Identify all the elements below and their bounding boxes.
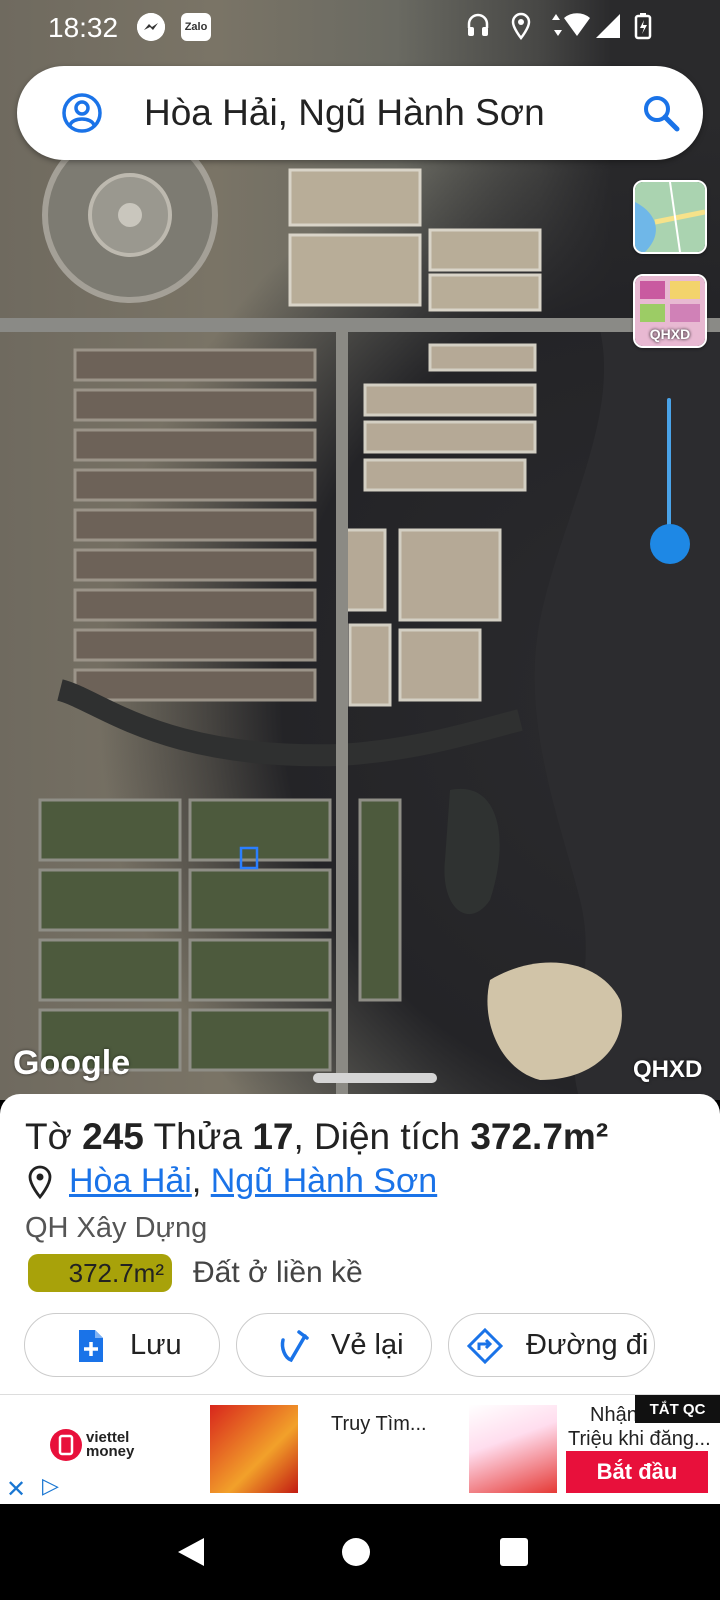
account-icon[interactable] [61, 92, 103, 134]
search-icon[interactable] [641, 93, 681, 133]
directions-button-label: Đường đi [526, 1329, 649, 1361]
close-ad-icon[interactable]: ✕ [6, 1475, 26, 1504]
search-bar[interactable]: Hòa Hải, Ngũ Hành Sơn [17, 66, 703, 160]
zone-area-badge: 372.7m² [28, 1254, 172, 1292]
plan-type-label: QH Xây Dựng [25, 1212, 208, 1244]
ad-cta-button[interactable]: Bắt đầu [566, 1451, 708, 1493]
hide-ad-button[interactable]: TẮT QC [635, 1395, 720, 1423]
layer-map-thumbnail[interactable] [633, 180, 707, 254]
map-layer-icon [635, 182, 705, 252]
location-icon [510, 12, 532, 47]
status-time: 18:32 [48, 12, 119, 43]
directions-button[interactable]: Đường đi [448, 1313, 655, 1377]
qhxd-watermark: QHXD [633, 1056, 703, 1083]
ward-link[interactable]: Hòa Hải [69, 1162, 192, 1200]
signal-icon [594, 12, 622, 47]
parcel-title: Tờ 245 Thửa 17, Diện tích 372.7m² [25, 1116, 608, 1158]
land-use-label: Đất ở liền kề [193, 1256, 363, 1289]
status-bar: 18:32 Zalo [0, 0, 720, 54]
location-pin-icon [28, 1165, 52, 1200]
add-file-icon [79, 1330, 103, 1362]
redraw-button-label: Vẻ lại [331, 1329, 404, 1361]
advertiser-brand-text: viettel money [86, 1429, 135, 1460]
headphones-icon [466, 12, 490, 45]
search-query[interactable]: Hòa Hải, Ngũ Hành Sơn [144, 92, 545, 134]
save-button-label: Lưu [130, 1329, 182, 1361]
home-icon[interactable] [338, 1534, 374, 1570]
location-separator: , [191, 1162, 211, 1200]
layer-qhxd-label: QHXD [649, 326, 691, 342]
area-value: 372.7m² [470, 1116, 609, 1157]
ad-title-2-line-2: Triệu khi đăng... [568, 1428, 711, 1450]
google-logo: Google [13, 1044, 131, 1082]
navigation-bar [0, 1504, 720, 1600]
ad-image-1[interactable] [210, 1405, 298, 1493]
area-label: , Diện tích [293, 1116, 471, 1157]
map-canvas[interactable] [0, 0, 720, 1100]
directions-icon [467, 1328, 503, 1364]
district-link[interactable]: Ngũ Hành Sơn [211, 1162, 437, 1200]
drag-handle[interactable] [313, 1073, 437, 1083]
battery-charging-icon [634, 12, 652, 47]
adchoices-icon[interactable]: ▷ [42, 1473, 59, 1499]
recents-icon[interactable] [496, 1534, 532, 1570]
zalo-icon-label: Zalo [184, 21, 208, 33]
ad-image-2[interactable] [469, 1405, 557, 1493]
lot-label: Thửa [143, 1116, 253, 1157]
lot-number: 17 [252, 1116, 294, 1157]
messenger-icon [137, 13, 165, 41]
sheet-number: 245 [82, 1116, 144, 1157]
satellite-imagery [0, 127, 720, 1100]
redraw-button[interactable]: Vẻ lại [236, 1313, 432, 1377]
wifi-icon [548, 12, 592, 47]
opacity-slider-track[interactable] [667, 398, 671, 542]
opacity-slider-knob[interactable] [650, 524, 690, 564]
back-icon[interactable] [172, 1534, 208, 1570]
ad-banner[interactable]: ✕ ▷ viettel money Truy Tìm... Nhận Triệu… [0, 1394, 720, 1505]
sheet-label: Tờ [25, 1116, 83, 1157]
advertiser-logo[interactable]: viettel money [48, 1427, 158, 1463]
zalo-icon: Zalo [181, 13, 211, 41]
save-button[interactable]: Lưu [24, 1313, 220, 1377]
redraw-icon [280, 1330, 309, 1363]
ad-title-1[interactable]: Truy Tìm... [331, 1413, 427, 1436]
layer-qhxd-thumbnail[interactable]: QHXD [633, 274, 707, 348]
